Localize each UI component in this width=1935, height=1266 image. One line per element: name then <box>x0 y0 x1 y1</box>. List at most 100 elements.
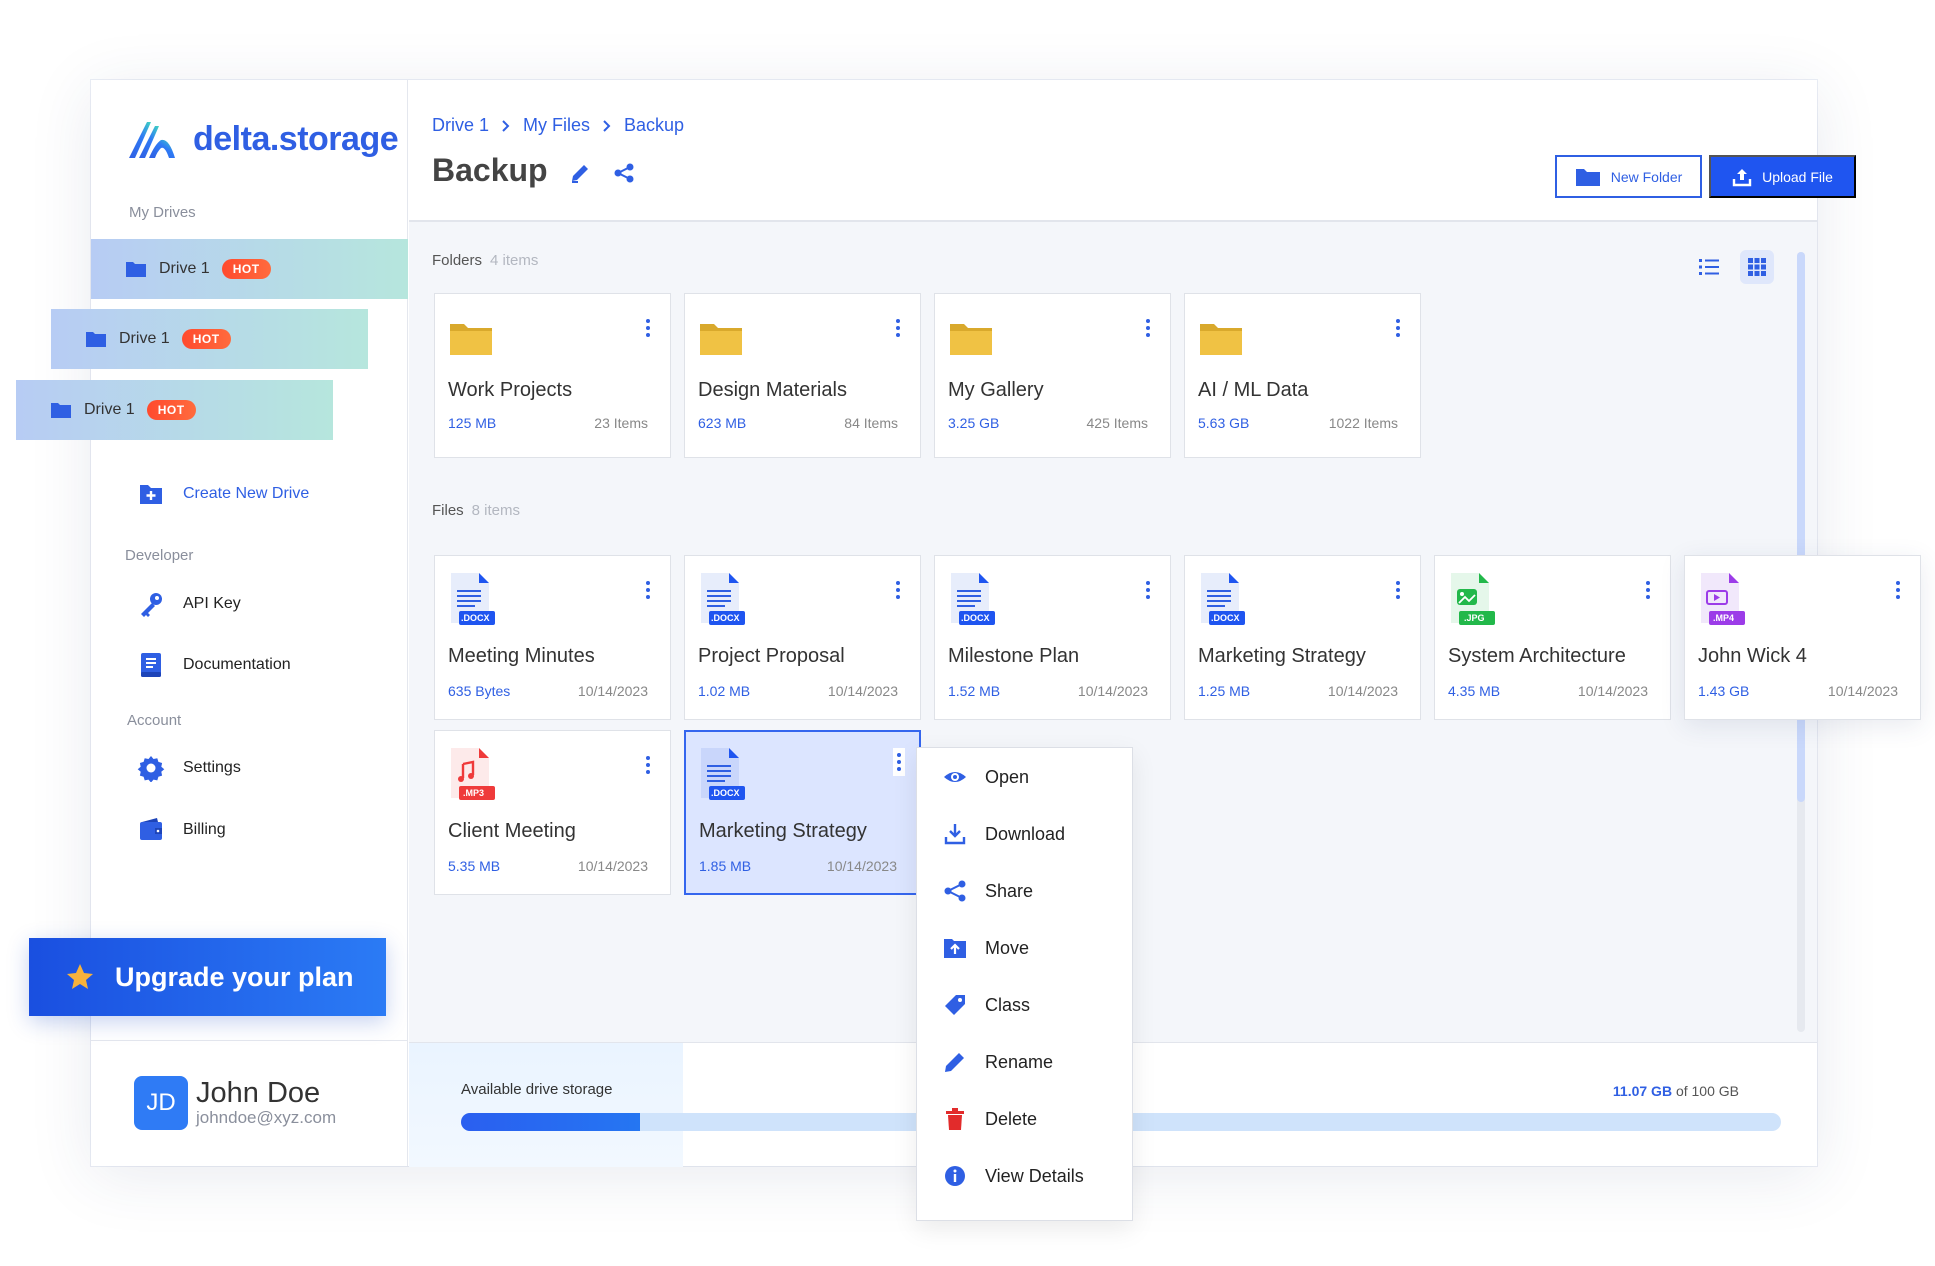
menu-item-label: Rename <box>985 1051 1054 1072</box>
file-ext: .DOCX <box>711 613 740 623</box>
menu-item-view-details[interactable]: View Details <box>943 1164 1084 1188</box>
menu-item-delete[interactable]: Delete <box>943 1107 1037 1131</box>
sidebar-item-drive-1[interactable]: Drive 1 HOT <box>91 239 408 299</box>
drive-label: Drive 1 <box>84 401 135 418</box>
hot-badge: HOT <box>221 259 271 279</box>
breadcrumb-backup[interactable]: Backup <box>624 115 684 136</box>
file-card-selected[interactable]: .DOCX Marketing Strategy 1.85 MB 10/14/2… <box>684 730 921 895</box>
hot-badge: HOT <box>181 329 231 349</box>
api-key-label: API Key <box>183 595 241 612</box>
storage-label: Available drive storage <box>461 1081 613 1098</box>
folder-card[interactable]: My Gallery 3.25 GB 425 Items <box>934 293 1171 458</box>
file-ext: .MP3 <box>463 788 485 798</box>
folder-icon <box>1200 324 1242 355</box>
new-folder-button[interactable]: New Folder <box>1555 155 1702 198</box>
folder-card[interactable]: Work Projects 125 MB 23 Items <box>434 293 671 458</box>
folder-icon <box>1575 168 1600 186</box>
sidebar-item-drive-3[interactable]: Drive 1 HOT <box>16 380 333 440</box>
api-key-link[interactable]: API Key <box>137 590 241 618</box>
folder-icon <box>51 403 71 418</box>
folder-size: 623 MB <box>698 415 747 431</box>
sidebar-divider <box>91 1040 407 1041</box>
upload-file-button[interactable]: Upload File <box>1709 155 1856 198</box>
file-card[interactable]: .DOCX Marketing Strategy 1.25 MB 10/14/2… <box>1184 555 1421 720</box>
file-ext: .DOCX <box>711 788 740 798</box>
kebab-menu-icon[interactable] <box>646 753 650 777</box>
folder-item-count: 84 Items <box>844 415 898 431</box>
menu-item-share[interactable]: Share <box>943 879 1033 903</box>
file-size: 1.02 MB <box>698 683 751 699</box>
storage-total: of 100 GB <box>1675 1083 1739 1099</box>
file-card[interactable]: .JPG System Architecture 4.35 MB 10/14/2… <box>1434 555 1671 720</box>
file-card[interactable]: .MP4 John Wick 4 1.43 GB 10/14/2023 <box>1684 555 1921 720</box>
kebab-menu-icon[interactable] <box>646 316 650 340</box>
settings-link[interactable]: Settings <box>137 754 241 782</box>
user-profile[interactable]: JD John Doe johndoe@xyz.com <box>134 1076 336 1130</box>
folder-size: 3.25 GB <box>948 415 1000 431</box>
edit-icon[interactable] <box>569 162 591 184</box>
file-ext: .DOCX <box>461 613 490 623</box>
kebab-menu-icon[interactable] <box>896 316 900 340</box>
file-date: 10/14/2023 <box>1577 683 1648 699</box>
kebab-menu-icon[interactable] <box>1146 578 1150 602</box>
key-icon <box>141 593 162 617</box>
file-size: 5.35 MB <box>448 858 501 874</box>
grid-view-toggle[interactable] <box>1740 250 1774 284</box>
file-card[interactable]: .DOCX Milestone Plan 1.52 MB 10/14/2023 <box>934 555 1171 720</box>
sidebar-item-drive-2[interactable]: Drive 1 HOT <box>51 309 368 369</box>
file-ext: .DOCX <box>1211 613 1240 623</box>
menu-item-open[interactable]: Open <box>943 765 1029 789</box>
billing-link[interactable]: Billing <box>137 816 226 844</box>
menu-item-class[interactable]: Class <box>943 993 1030 1017</box>
kebab-menu-icon[interactable] <box>893 748 905 776</box>
file-ext: .MP4 <box>1713 613 1735 623</box>
menu-item-label: Move <box>985 937 1030 958</box>
menu-item-move[interactable]: Move <box>943 936 1029 960</box>
folder-name: AI / ML Data <box>1198 379 1309 401</box>
documentation-link[interactable]: Documentation <box>137 651 291 679</box>
menu-item-rename[interactable]: Rename <box>943 1050 1053 1074</box>
folder-icon <box>126 262 146 277</box>
file-date: 10/14/2023 <box>1827 683 1898 699</box>
download-icon <box>944 824 966 845</box>
kebab-menu-icon[interactable] <box>646 578 650 602</box>
file-card[interactable]: .DOCX Project Proposal 1.02 MB 10/14/202… <box>684 555 921 720</box>
settings-label: Settings <box>183 759 241 776</box>
file-name: Client Meeting <box>448 820 576 842</box>
folder-card[interactable]: AI / ML Data 5.63 GB 1022 Items <box>1184 293 1421 458</box>
file-name: Marketing Strategy <box>699 820 867 842</box>
documentation-label: Documentation <box>183 656 291 673</box>
share-icon[interactable] <box>613 162 635 184</box>
grid-view-icon <box>1748 258 1766 276</box>
file-card[interactable]: .DOCX Meeting Minutes 635 Bytes 10/14/20… <box>434 555 671 720</box>
upgrade-plan-label: Upgrade your plan <box>115 961 354 992</box>
kebab-menu-icon[interactable] <box>1396 316 1400 340</box>
menu-item-label: View Details <box>985 1165 1084 1186</box>
file-size: 1.43 GB <box>1698 683 1750 699</box>
breadcrumb-my-files[interactable]: My Files <box>523 115 590 136</box>
list-view-toggle[interactable] <box>1692 250 1726 284</box>
drive-label: Drive 1 <box>159 260 210 277</box>
kebab-menu-icon[interactable] <box>1146 316 1150 340</box>
menu-item-download[interactable]: Download <box>943 822 1065 846</box>
create-new-drive-button[interactable]: Create New Drive <box>137 480 309 508</box>
add-folder-icon <box>140 485 162 504</box>
create-new-drive-label: Create New Drive <box>183 485 310 502</box>
folder-size: 125 MB <box>448 415 497 431</box>
folder-icon <box>950 324 992 355</box>
logo[interactable]: delta.storage <box>125 114 399 164</box>
star-icon <box>67 964 93 989</box>
folder-item-count: 23 Items <box>594 415 648 431</box>
folder-size: 5.63 GB <box>1198 415 1250 431</box>
kebab-menu-icon[interactable] <box>1646 578 1650 602</box>
chevron-right-icon <box>603 119 611 132</box>
file-card[interactable]: .MP3 Client Meeting 5.35 MB 10/14/2023 <box>434 730 671 895</box>
kebab-menu-icon[interactable] <box>1396 578 1400 602</box>
kebab-menu-icon[interactable] <box>1896 578 1900 602</box>
folder-card[interactable]: Design Materials 623 MB 84 Items <box>684 293 921 458</box>
avatar: JD <box>134 1076 188 1130</box>
gear-icon <box>137 756 165 782</box>
breadcrumb-drive[interactable]: Drive 1 <box>432 115 489 136</box>
kebab-menu-icon[interactable] <box>896 578 900 602</box>
upgrade-plan-button[interactable]: Upgrade your plan <box>29 938 386 1016</box>
